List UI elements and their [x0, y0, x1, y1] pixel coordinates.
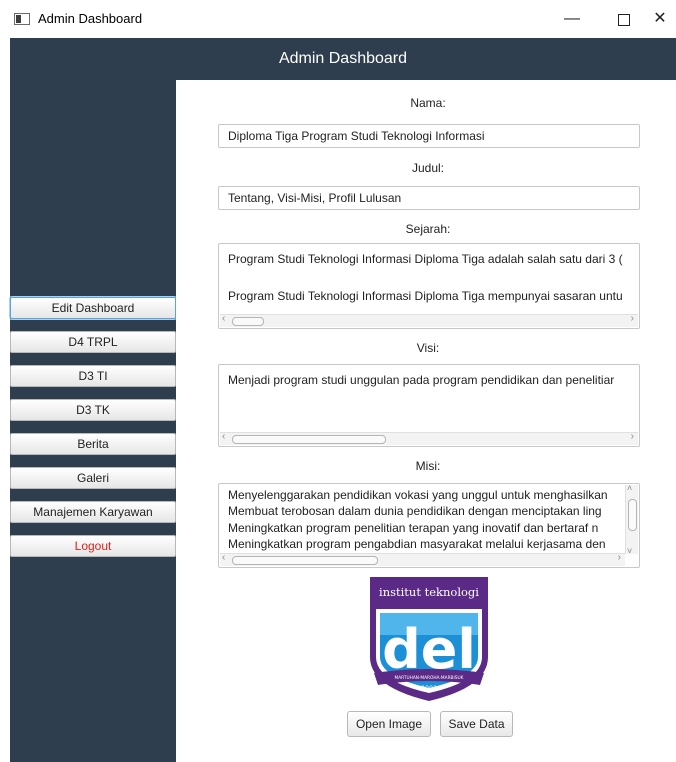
- sejarah-line: Program Studi Teknologi Informasi Diplom…: [228, 289, 623, 303]
- sejarah-textarea[interactable]: Program Studi Teknologi Informasi Diplom…: [218, 243, 640, 329]
- scroll-right-icon[interactable]: ›: [618, 552, 621, 563]
- scroll-thumb[interactable]: [628, 499, 637, 531]
- scroll-thumb[interactable]: [232, 556, 378, 565]
- logo-top-text: institut teknologi: [379, 585, 479, 599]
- judul-label: Judul:: [411, 161, 445, 175]
- visi-hscrollbar[interactable]: ‹ ›: [220, 431, 638, 445]
- visi-label: Visi:: [416, 341, 440, 355]
- sidebar-item-d3-tk[interactable]: D3 TK: [10, 399, 176, 421]
- logout-button[interactable]: Logout: [10, 535, 176, 557]
- nama-input[interactable]: Diploma Tiga Program Studi Teknologi Inf…: [218, 124, 640, 148]
- misi-line: Meningkatkan program pengabdian masyarak…: [228, 537, 606, 551]
- visi-line: Menjadi program studi unggulan pada prog…: [228, 373, 615, 387]
- judul-input[interactable]: Tentang, Visi-Misi, Profil Lulusan: [218, 186, 640, 210]
- sidebar-item-berita[interactable]: Berita: [10, 433, 176, 455]
- misi-hscrollbar[interactable]: ‹ ›: [220, 552, 625, 566]
- scroll-down-icon[interactable]: ˅: [627, 546, 632, 556]
- logo-motto: MARTUHAN·MAROHA·MARBISUK: [395, 675, 464, 681]
- sidebar-item-d4-trpl[interactable]: D4 TRPL: [10, 331, 176, 353]
- scroll-up-icon[interactable]: ˄: [627, 484, 632, 493]
- minimize-button[interactable]: —: [552, 6, 592, 32]
- sejarah-hscrollbar[interactable]: ‹ ›: [220, 313, 638, 327]
- misi-line: Meningkatkan program penelitian terapan …: [228, 521, 599, 535]
- window-title: Admin Dashboard: [38, 11, 143, 26]
- scroll-thumb[interactable]: [232, 435, 386, 444]
- institut-teknologi-del-logo: institut teknologi del MARTUHAN·MAROHA·M…: [370, 577, 488, 701]
- app-icon: [14, 13, 30, 25]
- close-button[interactable]: ✕: [640, 6, 676, 32]
- misi-vscrollbar[interactable]: ˄ ˅: [625, 484, 638, 556]
- scroll-thumb[interactable]: [232, 317, 264, 326]
- sidebar-item-manajemen-karyawan[interactable]: Manajemen Karyawan: [10, 501, 176, 523]
- misi-label: Misi:: [415, 459, 441, 473]
- sidebar-item-edit-dashboard[interactable]: Edit Dashboard: [10, 297, 176, 319]
- app-header: Admin Dashboard: [10, 38, 676, 80]
- nama-label: Nama:: [410, 96, 446, 110]
- open-image-button[interactable]: Open Image: [347, 711, 431, 737]
- scroll-right-icon[interactable]: ›: [631, 313, 634, 324]
- sidebar-item-d3-ti[interactable]: D3 TI: [10, 365, 176, 387]
- sejarah-line: Program Studi Teknologi Informasi Diplom…: [228, 252, 623, 266]
- misi-line: Menyelenggarakan pendidikan vokasi yang …: [228, 488, 608, 502]
- scroll-right-icon[interactable]: ›: [631, 431, 634, 442]
- scroll-left-icon[interactable]: ‹: [222, 313, 225, 324]
- maximize-icon: [618, 14, 630, 26]
- window-titlebar: Admin Dashboard — ✕: [0, 0, 676, 38]
- sejarah-label: Sejarah:: [405, 222, 451, 236]
- sidebar: Edit Dashboard D4 TRPL D3 TI D3 TK Berit…: [10, 80, 176, 762]
- misi-line: Membuat terobosan dalam dunia pendidikan…: [228, 504, 602, 518]
- visi-textarea[interactable]: Menjadi program studi unggulan pada prog…: [218, 364, 640, 447]
- save-data-button[interactable]: Save Data: [440, 711, 513, 737]
- scroll-left-icon[interactable]: ‹: [222, 552, 225, 563]
- maximize-button[interactable]: [604, 6, 644, 32]
- logo-year: 2001: [421, 684, 438, 692]
- sidebar-item-galeri[interactable]: Galeri: [10, 467, 176, 489]
- misi-textarea[interactable]: Menyelenggarakan pendidikan vokasi yang …: [218, 483, 640, 568]
- scroll-left-icon[interactable]: ‹: [222, 431, 225, 442]
